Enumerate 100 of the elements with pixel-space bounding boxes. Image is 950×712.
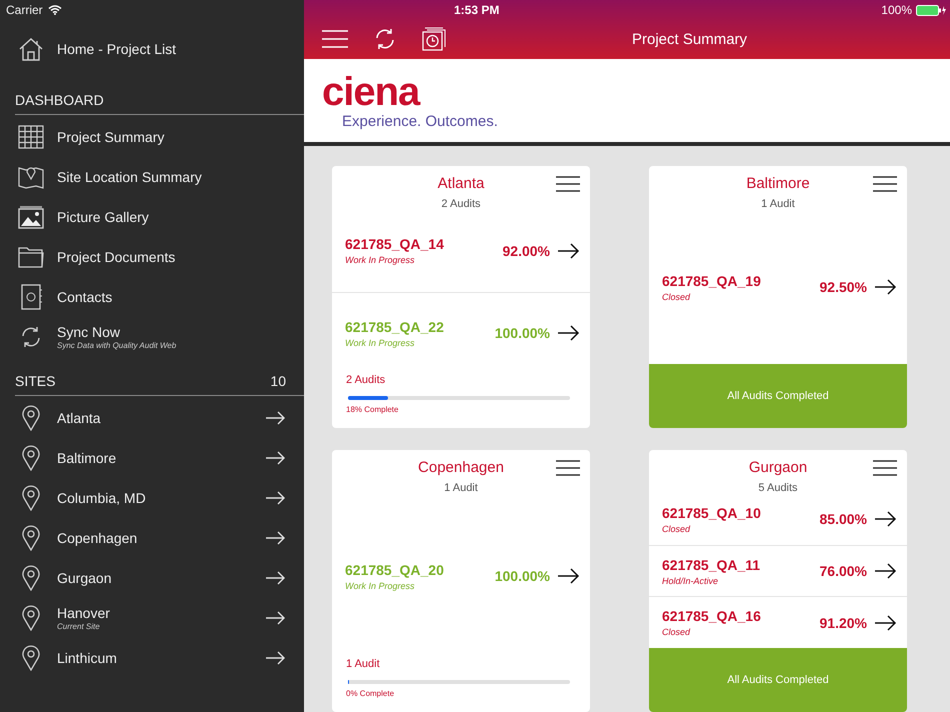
arrow-right-icon xyxy=(266,491,286,505)
site-name: Baltimore xyxy=(57,450,118,466)
audit-status: Hold/In-Active xyxy=(662,576,720,586)
audit-score: 100.00% xyxy=(494,325,550,342)
menu-button[interactable] xyxy=(556,176,580,192)
site-item[interactable]: Columbia, MD xyxy=(0,478,304,518)
audit-row[interactable]: 621785_QA_11 Hold/In-Active 76.00% xyxy=(649,546,907,598)
site-item[interactable]: Gurgaon xyxy=(0,558,304,598)
carrier-label: Carrier xyxy=(6,3,43,17)
menu-item-label: Picture Gallery xyxy=(57,209,150,225)
audit-status: Work In Progress xyxy=(345,580,416,590)
logo-wordmark: ciena xyxy=(322,72,422,112)
audit-status: Closed xyxy=(662,292,692,302)
audit-count: 5 Audits xyxy=(757,482,799,494)
menu-item-label: Project Documents xyxy=(57,249,176,265)
audit-score: 91.20% xyxy=(820,614,867,631)
arrow-right-icon xyxy=(875,511,897,528)
site-item[interactable]: Copenhagen xyxy=(0,518,304,558)
section-heading: SITES xyxy=(15,373,56,389)
arrow-right-icon xyxy=(266,651,286,665)
audit-count: 2 Audits xyxy=(440,198,482,210)
arrow-right-icon xyxy=(875,279,897,295)
menu-button[interactable] xyxy=(873,176,897,192)
grid-icon xyxy=(18,125,44,149)
card-title: Gurgaon xyxy=(748,459,808,476)
folder-icon xyxy=(18,246,44,268)
audit-status: Closed xyxy=(662,524,692,534)
audit-row[interactable]: 621785_QA_10 Closed 85.00% xyxy=(649,494,907,546)
audit-score: 100.00% xyxy=(494,568,550,584)
card-title: Atlanta xyxy=(438,175,484,192)
menu-item-label: Sync Now xyxy=(57,324,122,340)
audit-score: 76.00% xyxy=(820,563,867,579)
map-pin-icon xyxy=(18,165,44,189)
menu-item[interactable]: Contacts xyxy=(0,277,304,317)
progress-text: 18% Complete xyxy=(346,405,400,414)
audit-id: 621785_QA_16 xyxy=(662,608,762,624)
audit-status: Work In Progress xyxy=(345,255,416,266)
site-item[interactable]: Linthicum xyxy=(0,638,304,678)
menu-item-label: Site Location Summary xyxy=(57,169,203,185)
home-menu-item[interactable]: Home - Project List xyxy=(0,20,304,78)
site-subtitle: Current Site xyxy=(57,622,101,631)
menu-button[interactable] xyxy=(556,460,580,476)
arrow-right-icon xyxy=(266,531,286,545)
audit-row[interactable]: 621785_QA_19 Closed 92.50% xyxy=(649,242,907,332)
refresh-button[interactable] xyxy=(374,28,396,50)
progress-label: 1 Audit xyxy=(346,658,381,670)
audit-status: Work In Progress xyxy=(345,338,416,348)
audit-status: Closed xyxy=(662,627,692,638)
audit-score: 85.00% xyxy=(820,511,867,528)
audit-score: 92.00% xyxy=(502,242,550,259)
arrow-right-icon xyxy=(266,571,286,585)
audit-id: 621785_QA_10 xyxy=(662,504,762,521)
battery-icon xyxy=(916,4,946,16)
menu-item[interactable]: Project Summary xyxy=(0,117,304,157)
audit-count: 1 Audit xyxy=(443,482,479,494)
audit-id: 621785_QA_19 xyxy=(662,272,762,288)
site-count: 10 xyxy=(270,373,286,389)
arrow-right-icon xyxy=(558,568,580,584)
arrow-right-icon xyxy=(875,614,897,631)
site-name: Linthicum xyxy=(57,650,118,666)
menu-item-label: Project Summary xyxy=(57,129,166,145)
arrow-right-icon xyxy=(558,242,580,259)
status-time: 1:53 PM xyxy=(454,3,500,17)
site-name: Columbia, MD xyxy=(57,490,147,506)
site-item[interactable]: Atlanta xyxy=(0,398,304,438)
site-name: Gurgaon xyxy=(57,570,112,586)
arrow-right-icon xyxy=(266,611,286,625)
menu-item-label: Contacts xyxy=(57,289,114,305)
audit-id: 621785_QA_11 xyxy=(662,556,762,572)
site-item[interactable]: Baltimore xyxy=(0,438,304,478)
site-item[interactable]: Hanover Current Site xyxy=(0,598,304,638)
arrow-right-icon xyxy=(558,325,580,342)
history-button[interactable] xyxy=(422,27,446,52)
progress-text: 0% Complete xyxy=(346,689,396,698)
card-title: Baltimore xyxy=(746,175,810,192)
section-heading: DASHBOARD xyxy=(15,92,104,108)
audit-id: 621785_QA_20 xyxy=(345,562,445,578)
card-title: Copenhagen xyxy=(418,459,504,476)
menu-item[interactable]: Sync Now Sync Data with Quality Audit Web xyxy=(0,317,304,357)
audit-row[interactable]: 621785_QA_16 Closed 91.20% xyxy=(649,597,907,648)
menu-item[interactable]: Site Location Summary xyxy=(0,157,304,197)
audit-row[interactable]: 621785_QA_14 Work In Progress 92.00% xyxy=(332,210,590,292)
audit-count: 1 Audit xyxy=(760,198,796,210)
picture-icon xyxy=(18,205,44,229)
logo-tagline: Experience. Outcomes. xyxy=(342,114,498,129)
audit-id: 621785_QA_14 xyxy=(345,236,445,252)
menu-button[interactable] xyxy=(873,460,897,476)
completed-banner: All Audits Completed xyxy=(649,648,907,712)
menu-item[interactable]: Project Documents xyxy=(0,237,304,277)
site-name: Atlanta xyxy=(57,410,102,426)
arrow-right-icon xyxy=(266,411,286,425)
wifi-icon xyxy=(48,5,62,15)
menu-item[interactable]: Picture Gallery xyxy=(0,197,304,237)
audit-id: 621785_QA_22 xyxy=(345,318,445,335)
arrow-right-icon xyxy=(875,563,897,579)
page-title: Project Summary xyxy=(632,30,748,48)
audit-score: 92.50% xyxy=(820,279,867,295)
site-name: Copenhagen xyxy=(57,530,138,546)
house-icon xyxy=(18,36,44,62)
site-name: Hanover xyxy=(57,605,111,621)
